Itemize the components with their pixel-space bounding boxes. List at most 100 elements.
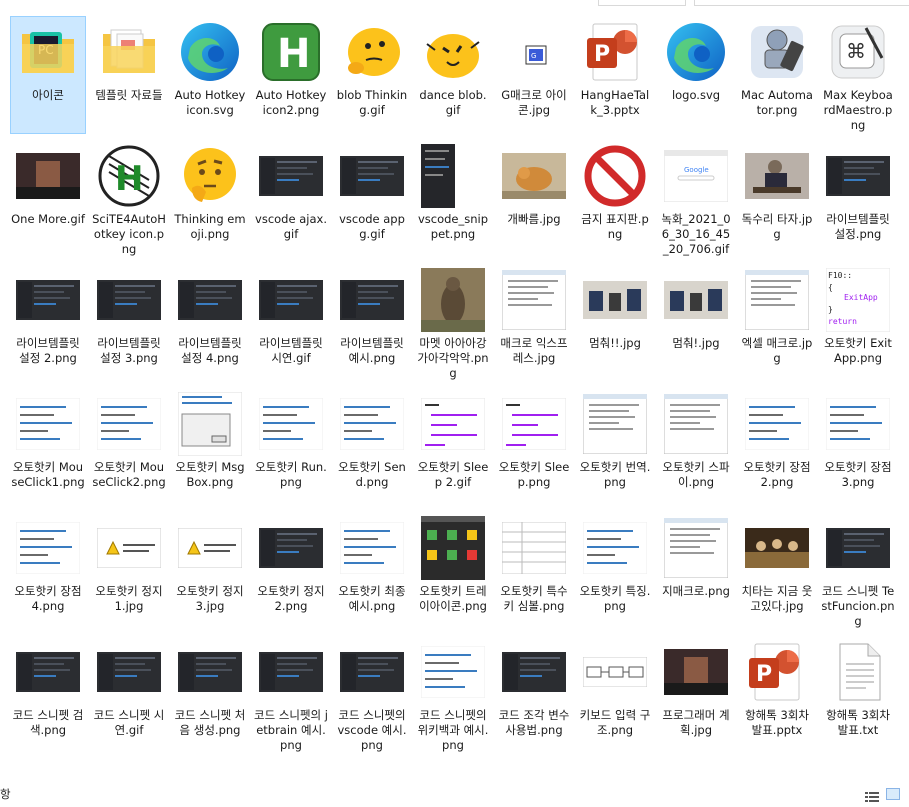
file-item[interactable]: 오토핫키 Send.png	[334, 388, 410, 506]
file-item[interactable]: Mac Automator.png	[739, 16, 815, 134]
file-item[interactable]: 개빠름.jpg	[496, 140, 572, 258]
file-name: 오토핫키 스파이.png	[662, 460, 730, 489]
file-item[interactable]: 라이브템플릿 설정 2.png	[10, 264, 86, 382]
screenshot-window-icon	[745, 268, 809, 332]
screenshot-dark-icon	[178, 640, 242, 704]
file-name: 오토핫키 정지2.png	[257, 584, 325, 613]
search-box-edge[interactable]	[694, 0, 909, 6]
file-item[interactable]: 오토핫키 트레이아이콘.png	[415, 512, 491, 630]
file-item[interactable]: 프로그래머 계획.jpg	[658, 636, 734, 754]
file-item[interactable]: vscode appg.gif	[334, 140, 410, 258]
photo-class-icon	[583, 268, 647, 332]
file-item[interactable]: 코드 조각 변수 사용법.png	[496, 636, 572, 754]
file-item[interactable]: P 항해톡 3회차 발표.pptx	[739, 636, 815, 754]
screenshot-dark-icon	[340, 640, 404, 704]
file-item[interactable]: vscode ajax.gif	[253, 140, 329, 258]
file-item[interactable]: 코드 스니펫 검색.png	[10, 636, 86, 754]
file-item[interactable]: 금지 표지판.png	[577, 140, 653, 258]
screenshot-dark-icon	[340, 144, 404, 208]
file-item[interactable]: 라이브템플릿 설정 4.png	[172, 264, 248, 382]
file-item[interactable]: 오토핫키 MouseClick1.png	[10, 388, 86, 506]
file-item[interactable]: 라이브템플릿 시연.gif	[253, 264, 329, 382]
file-item[interactable]: 오토핫키 정지 3.jpg	[172, 512, 248, 630]
file-item[interactable]: 오토핫키 최종 예시.png	[334, 512, 410, 630]
svg-text:P: P	[756, 662, 772, 687]
file-item[interactable]: 라이브템플릿 설정.png	[820, 140, 896, 258]
file-item[interactable]: 엑셀 매크로.jpg	[739, 264, 815, 382]
file-item[interactable]: F10::{ExitApp} return 오토핫키 ExitApp.png	[820, 264, 896, 382]
file-name: vscode ajax.gif	[255, 212, 327, 241]
file-item[interactable]: 오토핫키 스파이.png	[658, 388, 734, 506]
file-item[interactable]: vscode_snippet.png	[415, 140, 491, 258]
file-name: 오토핫키 트레이아이콘.png	[419, 584, 487, 613]
file-item[interactable]: 멈춰!.jpg	[658, 264, 734, 382]
file-item[interactable]: 오토핫키 Sleep 2.gif	[415, 388, 491, 506]
file-item[interactable]: 오토핫키 정지2.png	[253, 512, 329, 630]
file-item[interactable]: G G매크로 아이콘.jpg	[496, 16, 572, 134]
address-bar-edge[interactable]	[598, 0, 686, 6]
file-item[interactable]: PC 아이콘	[10, 16, 86, 134]
file-item[interactable]: 오토핫키 MouseClick2.png	[91, 388, 167, 506]
file-item[interactable]: 오토핫키 Run.png	[253, 388, 329, 506]
file-item[interactable]: dance blob.gif	[415, 16, 491, 134]
file-item[interactable]: 마멧 아아아강가아각악악.png	[415, 264, 491, 382]
file-item[interactable]: 항해톡 3회차 발표.txt	[820, 636, 896, 754]
file-item[interactable]: 지매크로.png	[658, 512, 734, 630]
file-name: 마멧 아아아강가아각악악.png	[417, 336, 489, 380]
screenshot-dark-icon	[16, 268, 80, 332]
file-item[interactable]: 라이브템플릿 예시.png	[334, 264, 410, 382]
file-item[interactable]: 오토핫키 장점2.png	[739, 388, 815, 506]
file-item[interactable]: 오토핫키 특수키 심볼.png	[496, 512, 572, 630]
file-item[interactable]: P HangHaeTalk_3.pptx	[577, 16, 653, 134]
file-item[interactable]: 매크로 익스프레스.jpg	[496, 264, 572, 382]
file-item[interactable]: 오토핫키 장점4.png	[10, 512, 86, 630]
file-item[interactable]: 코드 스니펫 처음 생성.png	[172, 636, 248, 754]
file-item[interactable]: Thinking emoji.png	[172, 140, 248, 258]
file-item[interactable]: 독수리 타자.jpg	[739, 140, 815, 258]
blob-thinking-icon	[340, 20, 404, 84]
screenshot-dark-icon	[97, 268, 161, 332]
file-item[interactable]: 오토핫키 장점3.png	[820, 388, 896, 506]
file-item[interactable]: H Auto Hotkey icon2.png	[253, 16, 329, 134]
file-name: Mac Automator.png	[741, 88, 813, 117]
photo-stage-icon	[745, 516, 809, 580]
file-item[interactable]: 코드 스니펫 TestFuncion.png	[820, 512, 896, 630]
file-item[interactable]: 오토핫키 번역.png	[577, 388, 653, 506]
svg-text:G: G	[531, 52, 536, 60]
details-view-icon[interactable]	[865, 788, 879, 802]
file-item[interactable]: 멈춰!!.jpg	[577, 264, 653, 382]
code-line-icon	[259, 392, 323, 456]
file-item[interactable]: One More.gif	[10, 140, 86, 258]
file-name: 라이브템플릿 시연.gif	[259, 336, 323, 365]
file-item[interactable]: H SciTE4AutoHotkey icon.png	[91, 140, 167, 258]
file-item[interactable]: 치타는 지금 웃고있다.jpg	[739, 512, 815, 630]
file-item[interactable]: 오토핫키 정지 1.jpg	[91, 512, 167, 630]
file-item[interactable]: blob Thinking.gif	[334, 16, 410, 134]
large-icons-view-icon[interactable]	[886, 788, 900, 800]
file-name: 오토핫키 Sleep 2.gif	[417, 460, 489, 489]
small-app-icon: G	[502, 20, 566, 84]
file-item[interactable]: Auto Hotkey icon.svg	[172, 16, 248, 134]
file-item[interactable]: 오토핫키 MsgBox.png	[172, 388, 248, 506]
file-item[interactable]: 키보드 입력 구조.png	[577, 636, 653, 754]
file-name: G매크로 아이콘.jpg	[501, 88, 567, 117]
file-name: 항해톡 3회차 발표.txt	[826, 708, 890, 737]
file-item[interactable]: 코드 스니펫의 vscode 예시.png	[334, 636, 410, 754]
file-item[interactable]: 코드 스니펫 시연.gif	[91, 636, 167, 754]
file-name: 오토핫키 장점2.png	[743, 460, 811, 489]
code-line-icon	[340, 392, 404, 456]
file-name: 항해톡 3회차 발표.pptx	[745, 708, 809, 737]
status-text: 항	[0, 787, 11, 801]
file-name: Max KeyboardMaestro.png	[823, 88, 893, 132]
file-item[interactable]: 코드 스니펫의 위키백과 예시.png	[415, 636, 491, 754]
file-item[interactable]: 오토핫키 Sleep.png	[496, 388, 572, 506]
file-item[interactable]: 라이브템플릿 설정 3.png	[91, 264, 167, 382]
file-item[interactable]: Google 녹화_2021_06_30_16_45_20_706.gif	[658, 140, 734, 258]
file-item[interactable]: 코드 스니펫의 jetbrain 예시.png	[253, 636, 329, 754]
file-item[interactable]: logo.svg	[658, 16, 734, 134]
file-item[interactable]: 오토핫키 특징.png	[577, 512, 653, 630]
screenshot-window-icon	[664, 516, 728, 580]
file-item[interactable]: 템플릿 자료들	[91, 16, 167, 134]
photo-dog-icon	[502, 144, 566, 208]
file-item[interactable]: ⌘ Max KeyboardMaestro.png	[820, 16, 896, 134]
